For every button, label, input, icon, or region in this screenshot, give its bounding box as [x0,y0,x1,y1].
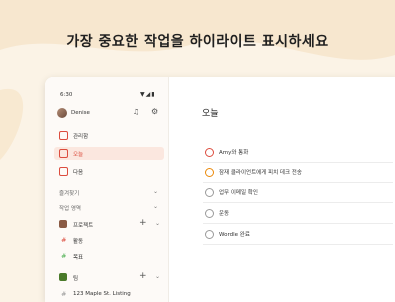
sidebar-item-label: 다음 [73,170,84,176]
bell-icon[interactable]: ♫ [133,108,139,116]
task-label: Wordle 완료 [219,232,250,238]
task-label: 운동 [219,211,230,217]
checkbox-circle-icon[interactable] [205,230,214,239]
status-time: 6:30 [60,92,73,98]
calendar-today-icon [59,149,68,158]
hash-icon: # [61,252,67,260]
sub-item-goals[interactable]: # 목표 [59,251,163,263]
task-label: Amy와 통화 [219,150,249,156]
project-row[interactable]: 프로젝트 + ⌄ [59,218,163,231]
sidebar-item-label: 오늘 [73,152,84,158]
sidebar-item-upcoming[interactable]: 다음 [54,165,164,178]
task-label: 업무 이메일 확인 [219,190,258,196]
inbox-icon [59,131,68,140]
task-row[interactable]: 운동 [203,206,393,224]
chevron-down-icon[interactable]: ⌄ [153,188,158,195]
chevron-down-icon[interactable]: ⌄ [155,220,160,227]
hash-icon: # [61,290,67,298]
sub-item-listing[interactable]: # 123 Maple St. Listing [59,289,163,301]
calendar-upcoming-icon [59,167,68,176]
team-row[interactable]: 팀 + ⌄ [59,271,163,284]
project-avatar-icon [59,220,67,228]
task-row[interactable]: Wordle 완료 [203,227,393,245]
app-window: 6:30 ▼◢▮ Denise ♫ ⚙ 관리함 오늘 다음 즐겨찾기 ⌄ 작업 … [45,77,395,302]
task-row[interactable]: Amy와 통화 [203,145,393,163]
user-name: Denise [71,110,90,116]
team-label: 팀 [73,276,79,282]
sub-item-label: 목표 [73,255,84,261]
sub-item-label: 활동 [73,239,84,245]
checkbox-circle-icon[interactable] [205,188,214,197]
workspace-section[interactable]: 작업 영역 [59,204,81,212]
gear-icon[interactable]: ⚙ [151,107,158,116]
sidebar-item-today[interactable]: 오늘 [54,147,164,160]
status-icons: ▼◢▮ [140,91,156,98]
headline: 가장 중요한 작업을 하이라이트 표시하세요 [66,34,329,50]
sub-item-label: 123 Maple St. Listing [73,291,131,297]
checkbox-circle-icon[interactable] [205,148,214,157]
sidebar-item-label: 관리함 [73,134,89,140]
chevron-down-icon[interactable]: ⌄ [155,273,160,280]
project-label: 프로젝트 [73,223,94,229]
task-row[interactable]: 잠재 클라이언트에게 피치 데크 전송 [203,165,393,183]
sidebar-item-inbox[interactable]: 관리함 [54,129,164,142]
add-icon[interactable]: + [139,271,147,281]
checkbox-circle-icon[interactable] [205,168,214,177]
task-label: 잠재 클라이언트에게 피치 데크 전송 [219,170,302,176]
favorites-section[interactable]: 즐겨찾기 [59,189,79,197]
checkbox-circle-icon[interactable] [205,209,214,218]
avatar[interactable] [57,108,67,118]
task-row[interactable]: 업무 이메일 확인 [203,185,393,203]
sidebar: 6:30 ▼◢▮ Denise ♫ ⚙ 관리함 오늘 다음 즐겨찾기 ⌄ 작업 … [45,77,169,302]
add-icon[interactable]: + [139,218,147,228]
sub-item-activity[interactable]: # 활동 [59,235,163,247]
hash-icon: # [61,236,67,244]
chevron-down-icon[interactable]: ⌄ [153,203,158,210]
team-avatar-icon [59,273,67,281]
page-title: 오늘 [202,109,219,119]
user-row[interactable]: Denise ♫ ⚙ [57,107,161,120]
